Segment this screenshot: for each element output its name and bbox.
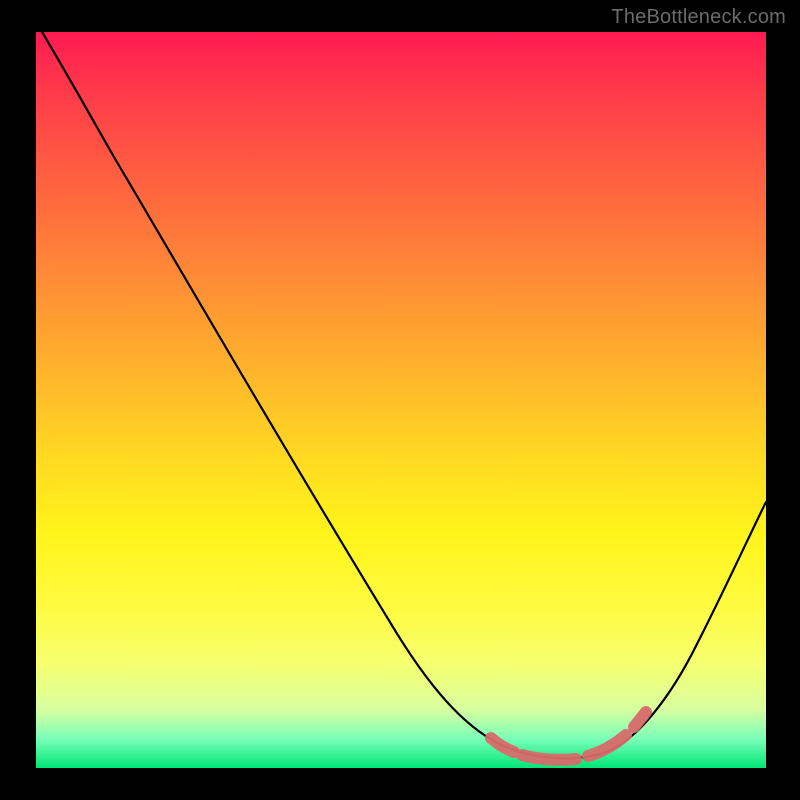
chart-svg	[36, 32, 766, 768]
bottleneck-curve	[42, 32, 766, 758]
watermark-text: TheBottleneck.com	[611, 6, 786, 29]
chart-frame: TheBottleneck.com	[0, 0, 800, 800]
plot-area	[36, 32, 766, 768]
valley-marker	[491, 712, 646, 760]
